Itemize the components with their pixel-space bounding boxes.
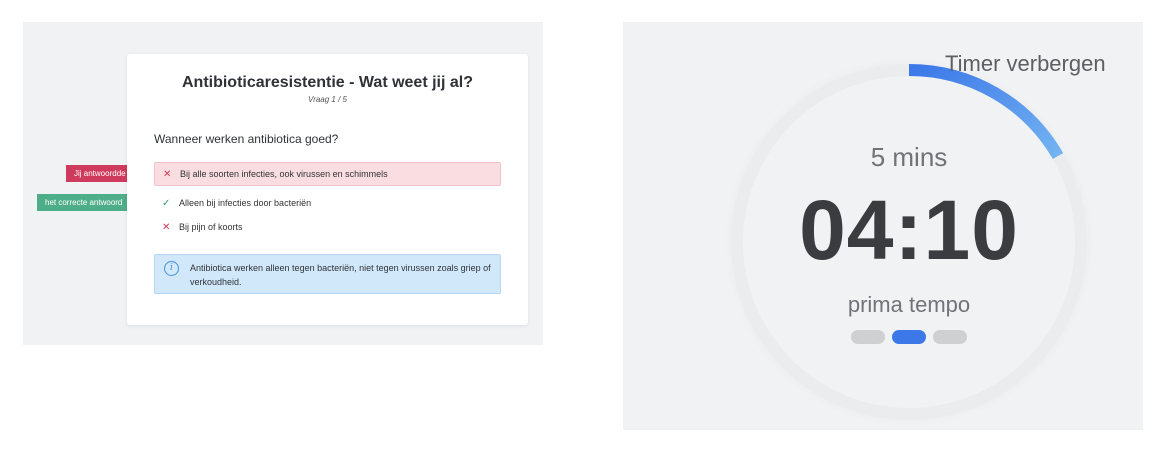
answer-label: Alleen bij infecties door bacteriën [179,198,312,208]
check-icon: ✓ [162,197,171,209]
you-answered-tag: Jij antwoordde [66,165,142,182]
answer-option-1[interactable]: ✕ Bij alle soorten infecties, ook viruss… [154,162,501,186]
cross-icon: ✕ [162,221,171,233]
pace-dot [933,330,967,344]
pace-dot [851,330,885,344]
timer-countdown: 04:10 [799,183,1019,277]
info-icon: i [164,261,179,276]
hide-timer-button[interactable]: Timer verbergen [945,51,1106,77]
answer-label: Bij alle soorten infecties, ook virussen… [180,169,388,179]
answer-option-3[interactable]: ✕ Bij pijn of koorts [154,215,501,239]
explanation-box: i Antibiotica werken alleen tegen bacter… [154,254,501,294]
explanation-text: Antibiotica werken alleen tegen bacterië… [190,263,491,287]
quiz-title: Antibioticaresistentie - Wat weet jij al… [181,74,473,91]
question-text: Wanneer werken antibiotica goed? [154,132,339,146]
pace-label: prima tempo [847,292,971,317]
cross-icon: ✕ [163,168,172,180]
answer-option-2[interactable]: ✓ Alleen bij infecties door bacteriën [154,191,501,215]
quiz-card: Antibioticaresistentie - Wat weet jij al… [127,54,528,325]
pace-indicator [851,330,967,344]
correct-answer-tag: het correcte antwoord [37,194,142,211]
pace-dot [892,330,926,344]
timer-duration: 5 mins [870,142,948,172]
quiz-progress: Vraag 1 / 5 [308,95,347,104]
answer-label: Bij pijn of koorts [179,222,243,232]
timer-panel: Timer verbergen 5 mins 04:10 prima tempo [623,22,1143,430]
